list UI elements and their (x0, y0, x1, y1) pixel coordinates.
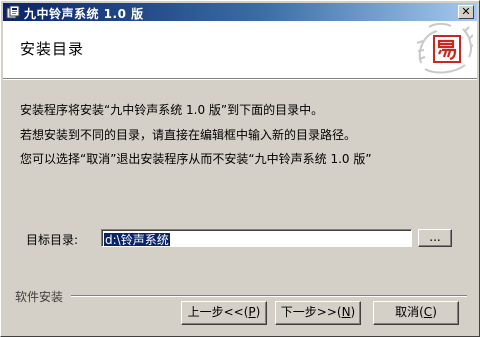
close-icon: ✕ (461, 5, 471, 18)
group-divider (71, 295, 467, 297)
target-dir-input[interactable]: d:\铃声系统 (101, 229, 412, 247)
page-title: 安装目录 (20, 40, 85, 58)
dragon-seal-logo-icon (415, 22, 474, 75)
back-button[interactable]: 上一步<<(P) (181, 301, 267, 325)
close-button[interactable]: ✕ (458, 5, 474, 19)
cancel-button[interactable]: 取消(C) (373, 301, 459, 325)
next-button-hotkey: N (341, 305, 351, 319)
browse-label: ... (429, 230, 441, 244)
back-button-hotkey: P (248, 305, 256, 319)
cancel-button-label: 取消( (395, 305, 424, 319)
group-label: 软件安装 (15, 290, 64, 304)
window-title: 九中铃声系统 1.0 版 (24, 7, 144, 21)
cancel-button-hotkey: C (423, 305, 433, 319)
title-bar[interactable]: 九中铃声系统 1.0 版 ✕ (3, 3, 477, 21)
app-icon (6, 5, 20, 19)
next-button-suffix: ) (350, 305, 356, 319)
back-button-label: 上一步<<( (187, 305, 249, 319)
installer-window: 九中铃声系统 1.0 版 ✕ 安装目录 安装程序将安装“九中铃声系统 1.0 版… (0, 0, 480, 337)
wizard-header: 安装目录 (3, 21, 477, 80)
next-button[interactable]: 下一步>>(N) (275, 301, 361, 325)
cancel-button-suffix: ) (432, 305, 437, 319)
intro-line-1: 安装程序将安装“九中铃声系统 1.0 版”到下面的目录中。 (20, 103, 324, 117)
target-dir-value: d:\铃声系统 (104, 233, 170, 247)
next-button-label: 下一步>>( (280, 305, 342, 319)
back-button-suffix: ) (255, 305, 261, 319)
browse-button[interactable]: ... (418, 229, 452, 247)
intro-line-2: 若想安装到不同的目录，请直接在编辑框中输入新的目录路径。 (20, 128, 357, 142)
intro-line-3: 您可以选择“取消”退出安装程序从而不安装“九中铃声系统 1.0 版” (20, 152, 372, 166)
target-dir-label: 目标目录: (26, 233, 79, 247)
